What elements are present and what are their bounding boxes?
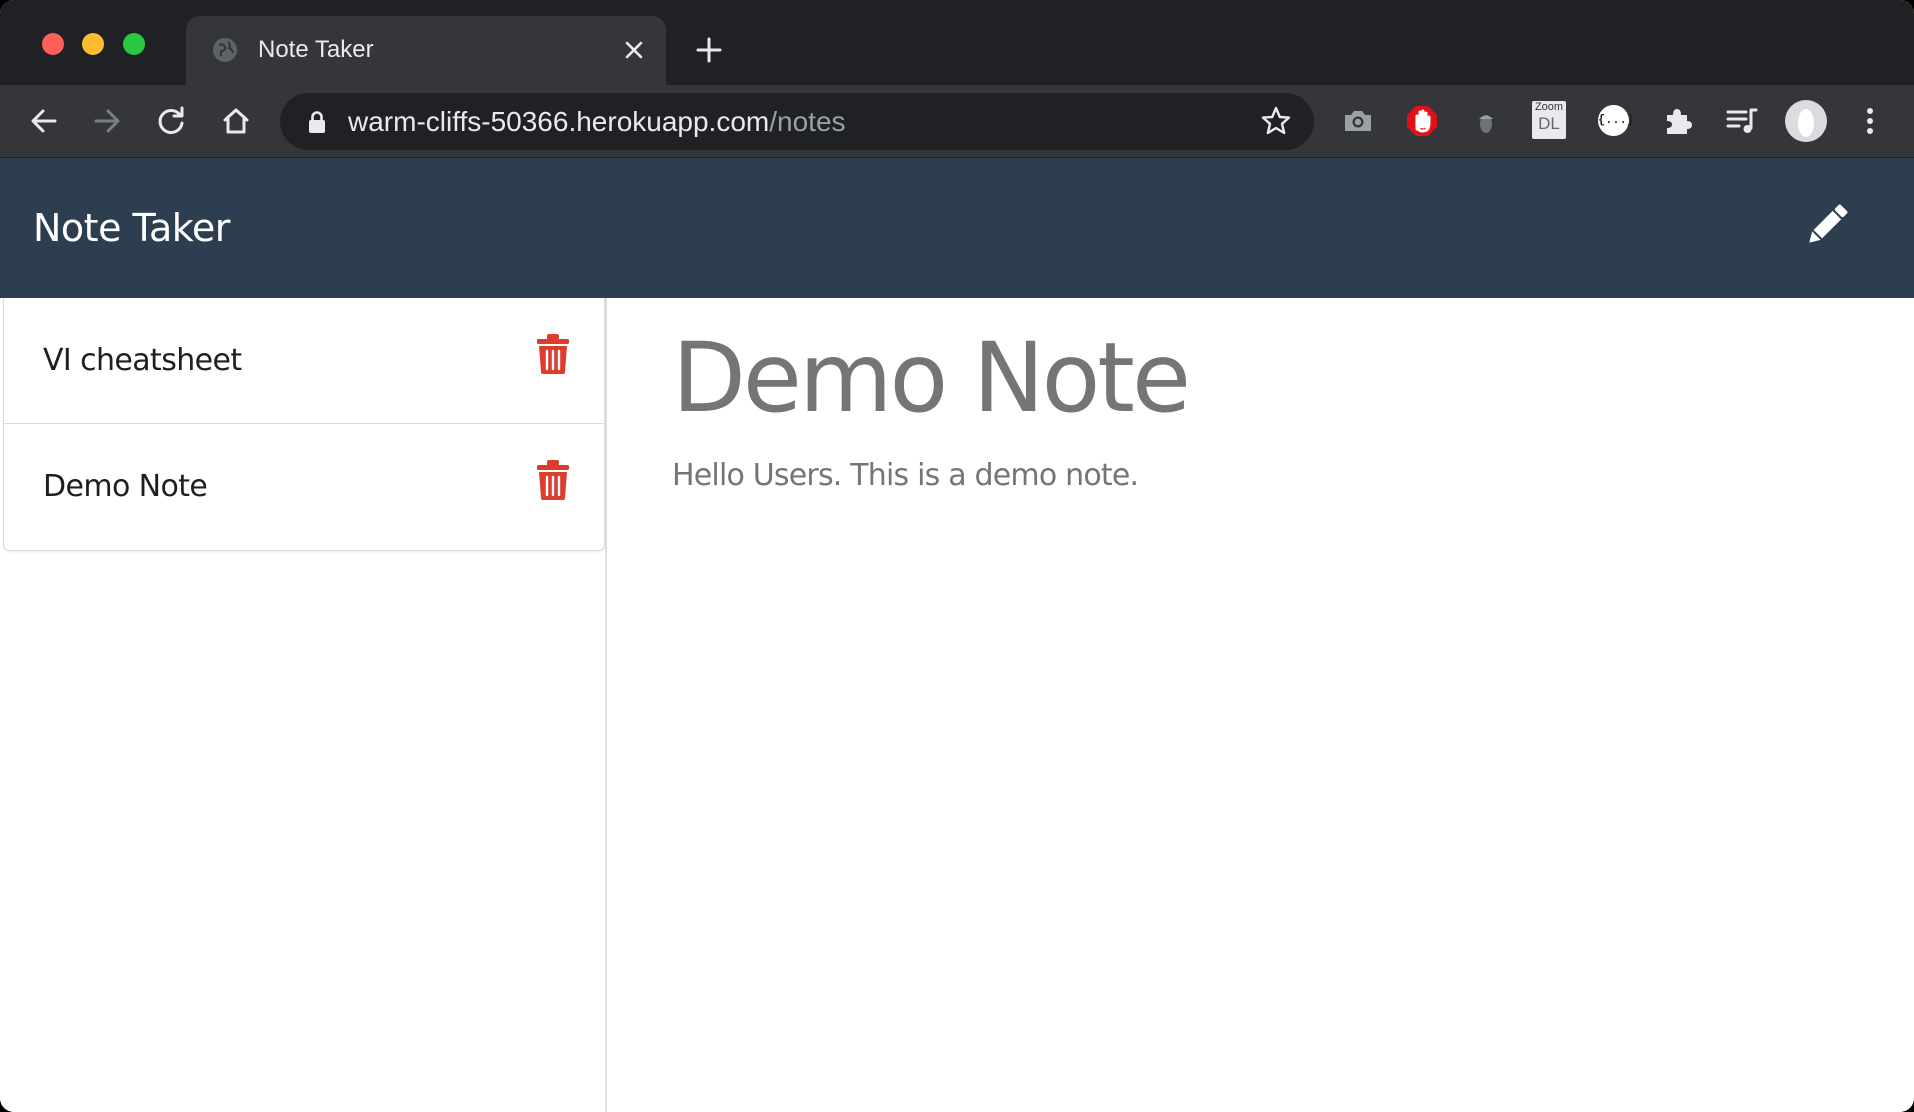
note-text[interactable]: Hello Users. This is a demo note. <box>672 458 1139 493</box>
camera-icon[interactable] <box>1340 103 1376 139</box>
app-navbar: Note Taker <box>0 158 1914 298</box>
note-title[interactable]: Demo Note <box>672 322 1191 434</box>
url-path: /notes <box>769 106 846 137</box>
url-host: warm-cliffs-50366.herokuapp.com <box>348 106 770 137</box>
close-window-button[interactable] <box>42 33 64 55</box>
zoom-dl-bottom: DL <box>1538 114 1560 133</box>
app-brand[interactable]: Note Taker <box>33 206 230 250</box>
url-text: warm-cliffs-50366.herokuapp.com/notes <box>348 106 846 138</box>
avatar[interactable] <box>1784 99 1828 143</box>
note-item-title: VI cheatsheet <box>43 343 242 378</box>
trash-icon[interactable] <box>536 460 570 500</box>
forward-arrow-icon[interactable] <box>89 103 125 139</box>
list-item[interactable]: Demo Note <box>4 424 604 550</box>
list-item[interactable]: VI cheatsheet <box>4 298 604 424</box>
zoom-dl-top: Zoom <box>1534 101 1564 113</box>
notes-sidebar: VI cheatsheet Demo Note <box>0 298 607 1112</box>
zoom-dl-icon[interactable]: Zoom DL <box>1532 101 1566 139</box>
browser-tab[interactable]: Note Taker <box>186 16 666 85</box>
bookmark-star-icon[interactable] <box>1260 105 1292 137</box>
minimize-window-button[interactable] <box>82 33 104 55</box>
lock-icon[interactable] <box>306 110 328 134</box>
new-tab-icon[interactable] <box>694 35 724 65</box>
home-icon[interactable] <box>218 103 254 139</box>
close-tab-icon[interactable] <box>622 38 646 62</box>
note-view: Demo Note Hello Users. This is a demo no… <box>609 298 1914 1112</box>
back-arrow-icon[interactable] <box>26 103 62 139</box>
json-viewer-icon[interactable]: {...} <box>1598 105 1634 136</box>
puzzle-icon[interactable] <box>1660 103 1696 139</box>
address-bar[interactable]: warm-cliffs-50366.herokuapp.com/notes <box>280 93 1314 150</box>
browser-toolbar: warm-cliffs-50366.herokuapp.com/notes Zo… <box>0 85 1914 158</box>
note-list: VI cheatsheet Demo Note <box>3 298 605 551</box>
reload-icon[interactable] <box>153 103 189 139</box>
acorn-icon[interactable] <box>1468 103 1504 139</box>
adblock-hand-icon[interactable] <box>1404 103 1440 139</box>
browser-window: Note Taker warm-cliffs-50366.herokuapp.c… <box>0 0 1914 1112</box>
tab-title: Note Taker <box>258 36 374 63</box>
globe-icon <box>213 38 237 62</box>
maximize-window-button[interactable] <box>123 33 145 55</box>
note-item-title: Demo Note <box>43 469 208 504</box>
pencil-icon[interactable] <box>1800 198 1854 252</box>
more-vert-icon[interactable] <box>1852 103 1888 139</box>
trash-icon[interactable] <box>536 334 570 374</box>
media-queue-icon[interactable] <box>1724 103 1760 139</box>
tab-strip: Note Taker <box>0 0 1914 85</box>
